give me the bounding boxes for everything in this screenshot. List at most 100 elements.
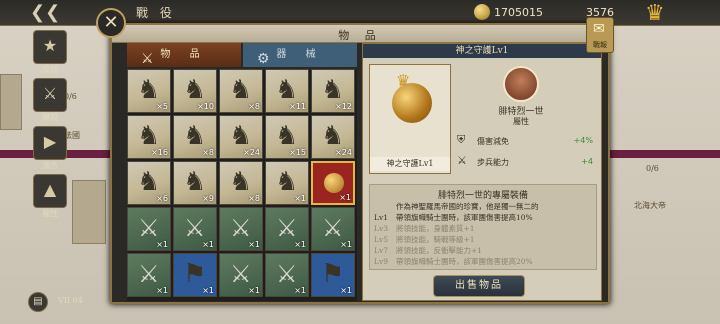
- item-name: 神之守護Lv1: [370, 157, 450, 171]
- level-text: 將領技能，反衝擊能力+1: [396, 246, 483, 255]
- crown-icon[interactable]: ♛: [645, 2, 665, 26]
- tab-bar: ⚔ 物 品 ⚙ 器 械: [127, 43, 357, 67]
- menu-achievements[interactable]: ★ 成就: [33, 30, 67, 74]
- menu-demo[interactable]: ▶ 演示: [33, 126, 67, 170]
- tab-items[interactable]: ⚔ 物 品: [127, 43, 241, 67]
- grid-item-weapon[interactable]: ⚔ ×1: [265, 207, 309, 251]
- grid-item-unit[interactable]: ♞ ×6: [127, 161, 171, 205]
- item-count: ×1: [294, 240, 306, 249]
- grid-item-unit[interactable]: ♞ ×24: [311, 115, 355, 159]
- map-card-left-bottom[interactable]: [72, 180, 106, 244]
- grid-item-unit[interactable]: ♞ ×10: [173, 69, 217, 113]
- item-count: ×8: [248, 102, 260, 111]
- gold-coin-icon: [474, 4, 490, 20]
- weapon-icon: ⚔: [138, 214, 160, 242]
- item-count: ×10: [197, 102, 214, 111]
- item-count: ×9: [202, 194, 214, 203]
- window-title: 物 品: [338, 29, 382, 42]
- detail-header: 神之守護Lv1: [363, 44, 601, 58]
- grid-item-weapon[interactable]: ⚔ ×1: [219, 253, 263, 297]
- detail-panel: 神之守護Lv1 ♛ 神之守護Lv1 腓特烈一世 屬性 ⛨ 傷害減免 +4% ⚔ …: [362, 43, 602, 301]
- grid-item-unit[interactable]: ♞ ×11: [265, 69, 309, 113]
- grid-item-unit[interactable]: ♞ ×15: [265, 115, 309, 159]
- close-icon[interactable]: ✕: [96, 8, 126, 38]
- grid-item-weapon[interactable]: ⚔ ×1: [127, 253, 171, 297]
- menu-kills[interactable]: ⚔ 擊殺: [33, 78, 67, 122]
- weapon-icon: ⚔: [230, 214, 252, 242]
- description-box: 腓特烈一世的專屬裝備 作為神聖羅馬帝國的珍寶，他是獨一無二的 Lv1 帶領旗幟騎士團…: [369, 184, 597, 270]
- description-line: 作為神聖羅馬帝國的珍寶，他是獨一無二的: [374, 201, 539, 212]
- level-text: 將領技能，身體素質+1: [396, 224, 475, 233]
- sell-button[interactable]: 出售物品: [433, 275, 525, 297]
- tab-label: 物 品: [160, 49, 208, 60]
- crossed-swords-icon: ⚔: [457, 154, 467, 167]
- soldier-icon: ♞: [321, 121, 345, 151]
- item-count: ×1: [294, 286, 306, 295]
- grid-item-weapon[interactable]: ⚔ ×1: [311, 207, 355, 251]
- attr-name: 傷害減免: [477, 137, 509, 146]
- grid-item-unit[interactable]: ♞ ×24: [219, 115, 263, 159]
- soldier-icon: ♞: [229, 75, 253, 105]
- grid-item-unit[interactable]: ♞ ×12: [311, 69, 355, 113]
- banner-icon: ⚑: [183, 259, 207, 289]
- gold-value: 1705015: [494, 6, 543, 19]
- grid-item-special[interactable]: ×1: [311, 161, 355, 205]
- item-count: ×1: [248, 286, 260, 295]
- back-arrow-icon[interactable]: ❮❮: [30, 3, 60, 23]
- item-count: ×1: [340, 240, 352, 249]
- grid-item-weapon[interactable]: ⚔ ×1: [173, 207, 217, 251]
- attr-value: +4%: [573, 136, 593, 145]
- page-title: 戰 役: [136, 6, 176, 20]
- grid-item-blue[interactable]: ⚑ ×1: [311, 253, 355, 297]
- grid-item-unit[interactable]: ♞ ×9: [173, 161, 217, 205]
- attr-value: +4: [581, 157, 593, 166]
- level-tag: Lv3: [374, 224, 388, 233]
- scroll-icon: ✉: [593, 21, 605, 37]
- grid-item-unit[interactable]: ♞ ×5: [127, 69, 171, 113]
- level-text: 將領技能，騎戰等級+1: [396, 235, 475, 244]
- level-tag: Lv1: [374, 213, 388, 222]
- window-header: 物 品: [112, 25, 608, 43]
- description-line: Lv5 將領技能，騎戰等級+1: [374, 234, 475, 245]
- tab-machinery[interactable]: ⚙ 器 械: [243, 43, 357, 67]
- chapter-icon[interactable]: ▤: [28, 292, 48, 312]
- item-count: ×24: [335, 148, 352, 157]
- soldier-icon: ♞: [183, 75, 207, 105]
- grid-item-weapon[interactable]: ⚔ ×1: [219, 207, 263, 251]
- item-count: ×1: [202, 240, 214, 249]
- grid-item-unit[interactable]: ♞ ×1: [265, 161, 309, 205]
- chapter-roman: VII: [58, 296, 71, 305]
- grid-item-unit[interactable]: ♞ ×8: [219, 161, 263, 205]
- grid-item-blue[interactable]: ⚑ ×1: [173, 253, 217, 297]
- attr-name: 步兵能力: [477, 158, 509, 167]
- weapon-icon: ⚔: [322, 214, 344, 242]
- soldier-icon: ♞: [321, 75, 345, 105]
- grid-item-weapon[interactable]: ⚔ ×1: [127, 207, 171, 251]
- menu-label: 擊殺: [42, 113, 58, 122]
- attr-heading: 屬性: [513, 117, 529, 126]
- item-count: ×6: [156, 194, 168, 203]
- grid-item-unit[interactable]: ♞ ×8: [173, 115, 217, 159]
- description-line: Lv1 帶領旗幟騎士團時，該軍團傷害提高10%: [374, 212, 533, 223]
- grid-item-unit[interactable]: ♞ ×8: [219, 69, 263, 113]
- item-count: ×24: [243, 148, 260, 157]
- soldier-icon: ♞: [137, 167, 161, 197]
- map-card-left-top[interactable]: [0, 74, 22, 130]
- grid-item-weapon[interactable]: ⚔ ×1: [265, 253, 309, 297]
- hero-portrait[interactable]: [503, 66, 539, 102]
- swords-icon: ⚔: [42, 84, 58, 103]
- catapult-icon: ⚙: [257, 51, 270, 67]
- item-count: ×12: [335, 102, 352, 111]
- menu-label: 成就: [42, 65, 58, 74]
- menu-attributes[interactable]: ▲ 屬性: [33, 174, 67, 218]
- rank-icon: ▲: [43, 180, 57, 199]
- report-badge[interactable]: ✉ 戰報: [586, 17, 614, 53]
- weapon-icon: ⚔: [276, 214, 298, 242]
- soldier-icon: ♞: [137, 121, 161, 151]
- grid-item-unit[interactable]: ♞ ×16: [127, 115, 171, 159]
- map-right-fraction: 0/6: [646, 164, 659, 173]
- item-count: ×5: [156, 102, 168, 111]
- soldier-icon: ♞: [183, 121, 207, 151]
- soldier-icon: ♞: [275, 75, 299, 105]
- menu-label: 屬性: [42, 209, 58, 218]
